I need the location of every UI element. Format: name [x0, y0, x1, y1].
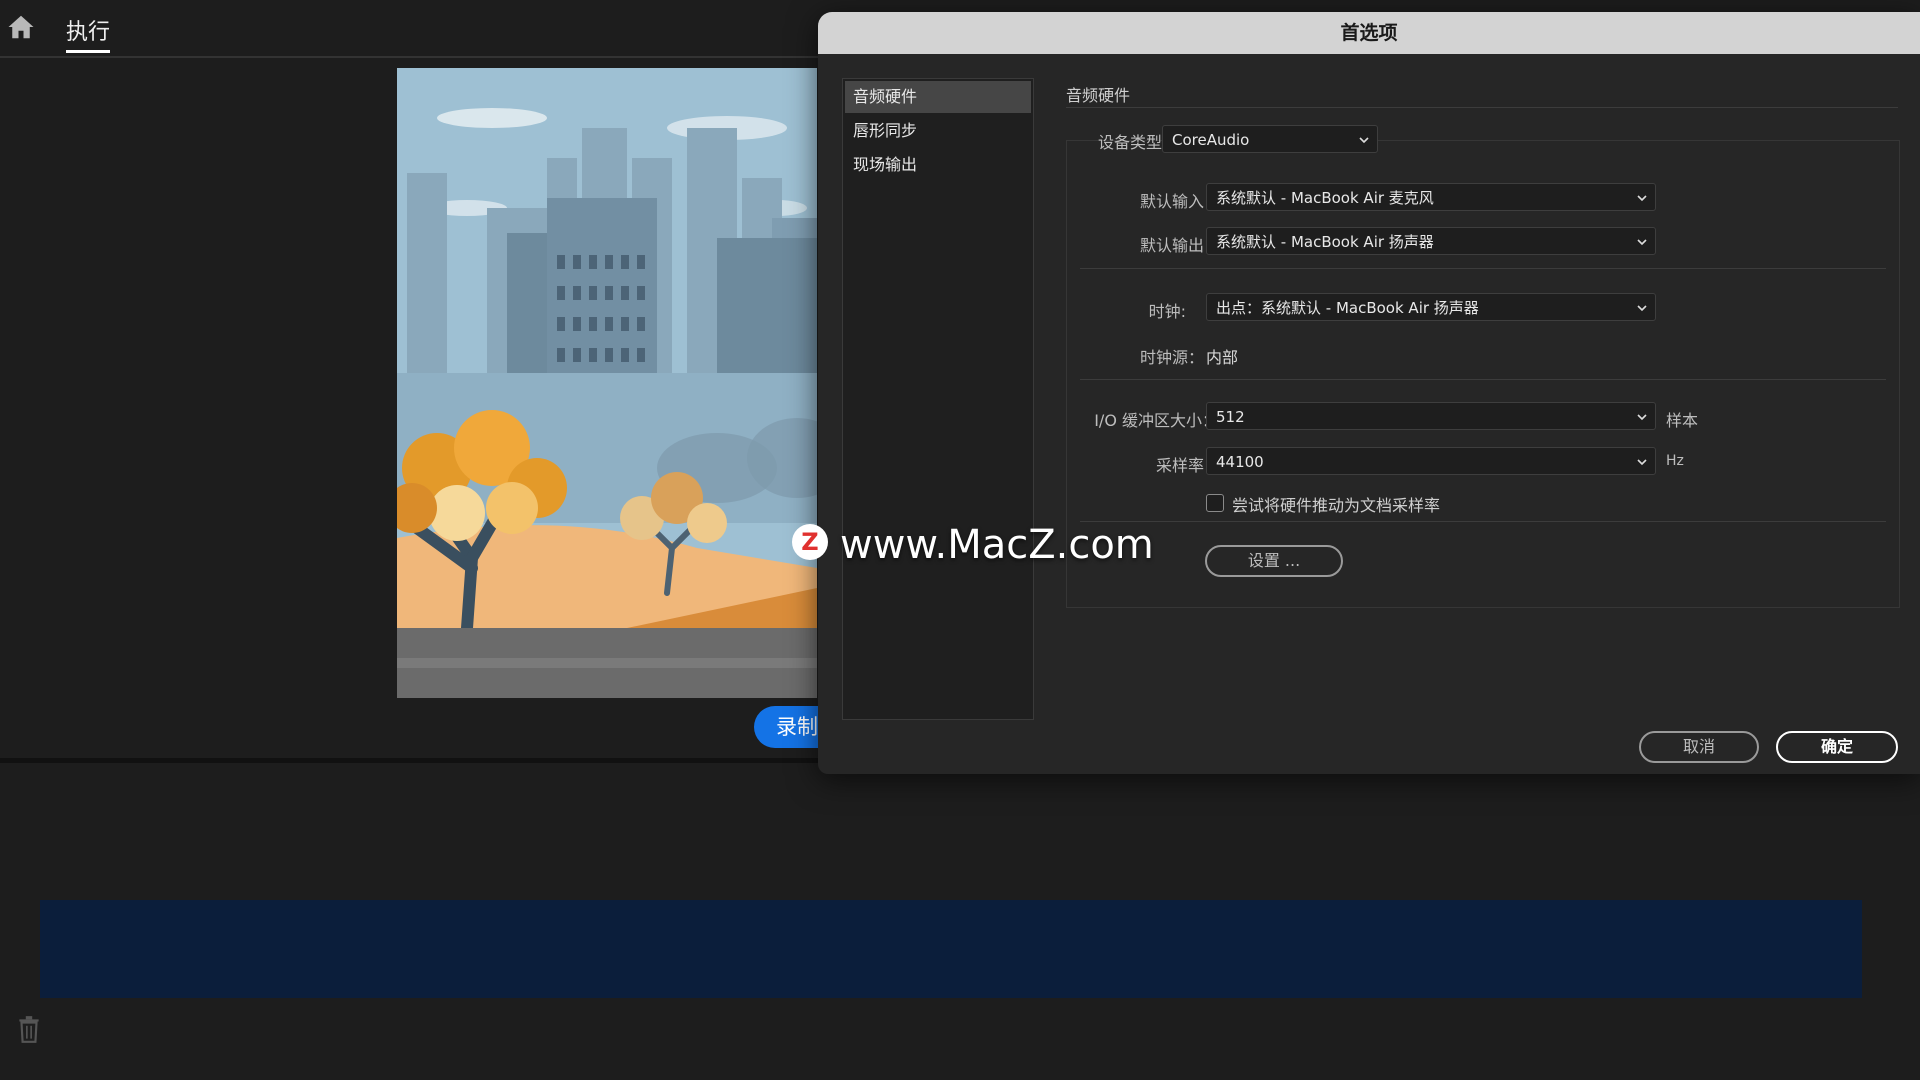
chevron-down-icon — [1637, 459, 1647, 466]
sidebar-item-audio-hardware[interactable]: 音频硬件 — [845, 81, 1031, 113]
character-stage-preview — [397, 68, 817, 698]
sample-rate-label: 采样率： — [1155, 456, 1220, 475]
preferences-dialog: 首选项 音频硬件 唇形同步 现场输出 音频硬件 设备类型： CoreAudio … — [818, 12, 1920, 774]
timeline-track[interactable] — [40, 900, 1862, 998]
hardware-sample-rate-label: 尝试将硬件推动为文档采样率 — [1232, 496, 1441, 515]
trash-icon[interactable] — [16, 1014, 42, 1044]
chevron-down-icon — [1637, 305, 1647, 312]
settings-button[interactable]: 设置 ... — [1205, 545, 1343, 577]
default-output-dropdown[interactable]: 系统默认 - MacBook Air 扬声器 — [1206, 227, 1656, 255]
divider — [1080, 521, 1886, 522]
section-divider — [1066, 107, 1898, 108]
default-output-value: 系统默认 - MacBook Air 扬声器 — [1216, 233, 1434, 251]
preferences-sidebar: 音频硬件 唇形同步 现场输出 — [842, 78, 1034, 720]
clock-dropdown[interactable]: 出点：系统默认 - MacBook Air 扬声器 — [1206, 293, 1656, 321]
clock-label: 时钟: — [1148, 302, 1186, 321]
sidebar-item-lip-sync[interactable]: 唇形同步 — [845, 115, 1031, 147]
default-input-value: 系统默认 - MacBook Air 麦克风 — [1216, 189, 1434, 207]
ok-button[interactable]: 确定 — [1776, 731, 1898, 763]
hardware-sample-rate-checkbox[interactable] — [1206, 494, 1224, 512]
clock-value: 出点：系统默认 - MacBook Air 扬声器 — [1216, 299, 1479, 317]
home-icon[interactable] — [6, 12, 36, 42]
chevron-down-icon — [1637, 195, 1647, 202]
watermark-text: www.MacZ.com — [840, 522, 1154, 568]
device-type-value: CoreAudio — [1172, 131, 1250, 149]
default-input-dropdown[interactable]: 系统默认 - MacBook Air 麦克风 — [1206, 183, 1656, 211]
buffer-size-label: I/O 缓冲区大小： — [1094, 411, 1218, 430]
chevron-down-icon — [1637, 239, 1647, 246]
divider — [1080, 268, 1886, 269]
tab-execute[interactable]: 执行 — [66, 14, 111, 53]
default-input-label: 默认输入： — [1139, 192, 1220, 211]
divider — [1080, 379, 1886, 380]
section-title: 音频硬件 — [1066, 86, 1131, 105]
buffer-unit: 样本 — [1666, 411, 1699, 430]
device-type-dropdown[interactable]: CoreAudio — [1162, 125, 1378, 153]
sample-rate-unit: Hz — [1666, 453, 1684, 469]
clock-source-value: 内部 — [1206, 348, 1239, 367]
sample-rate-value: 44100 — [1216, 453, 1264, 471]
cancel-button[interactable]: 取消 — [1639, 731, 1759, 763]
chevron-down-icon — [1359, 137, 1369, 144]
sample-rate-dropdown[interactable]: 44100 — [1206, 447, 1656, 475]
default-output-label: 默认输出： — [1139, 236, 1220, 255]
sidebar-item-live-output[interactable]: 现场输出 — [845, 149, 1031, 181]
clock-source-label: 时钟源： — [1139, 348, 1204, 367]
watermark-logo: Z — [792, 524, 828, 560]
dialog-title: 首选项 — [818, 12, 1920, 54]
city-park-illustration — [397, 68, 817, 698]
chevron-down-icon — [1637, 414, 1647, 421]
buffer-size-dropdown[interactable]: 512 — [1206, 402, 1656, 430]
buffer-size-value: 512 — [1216, 408, 1245, 426]
